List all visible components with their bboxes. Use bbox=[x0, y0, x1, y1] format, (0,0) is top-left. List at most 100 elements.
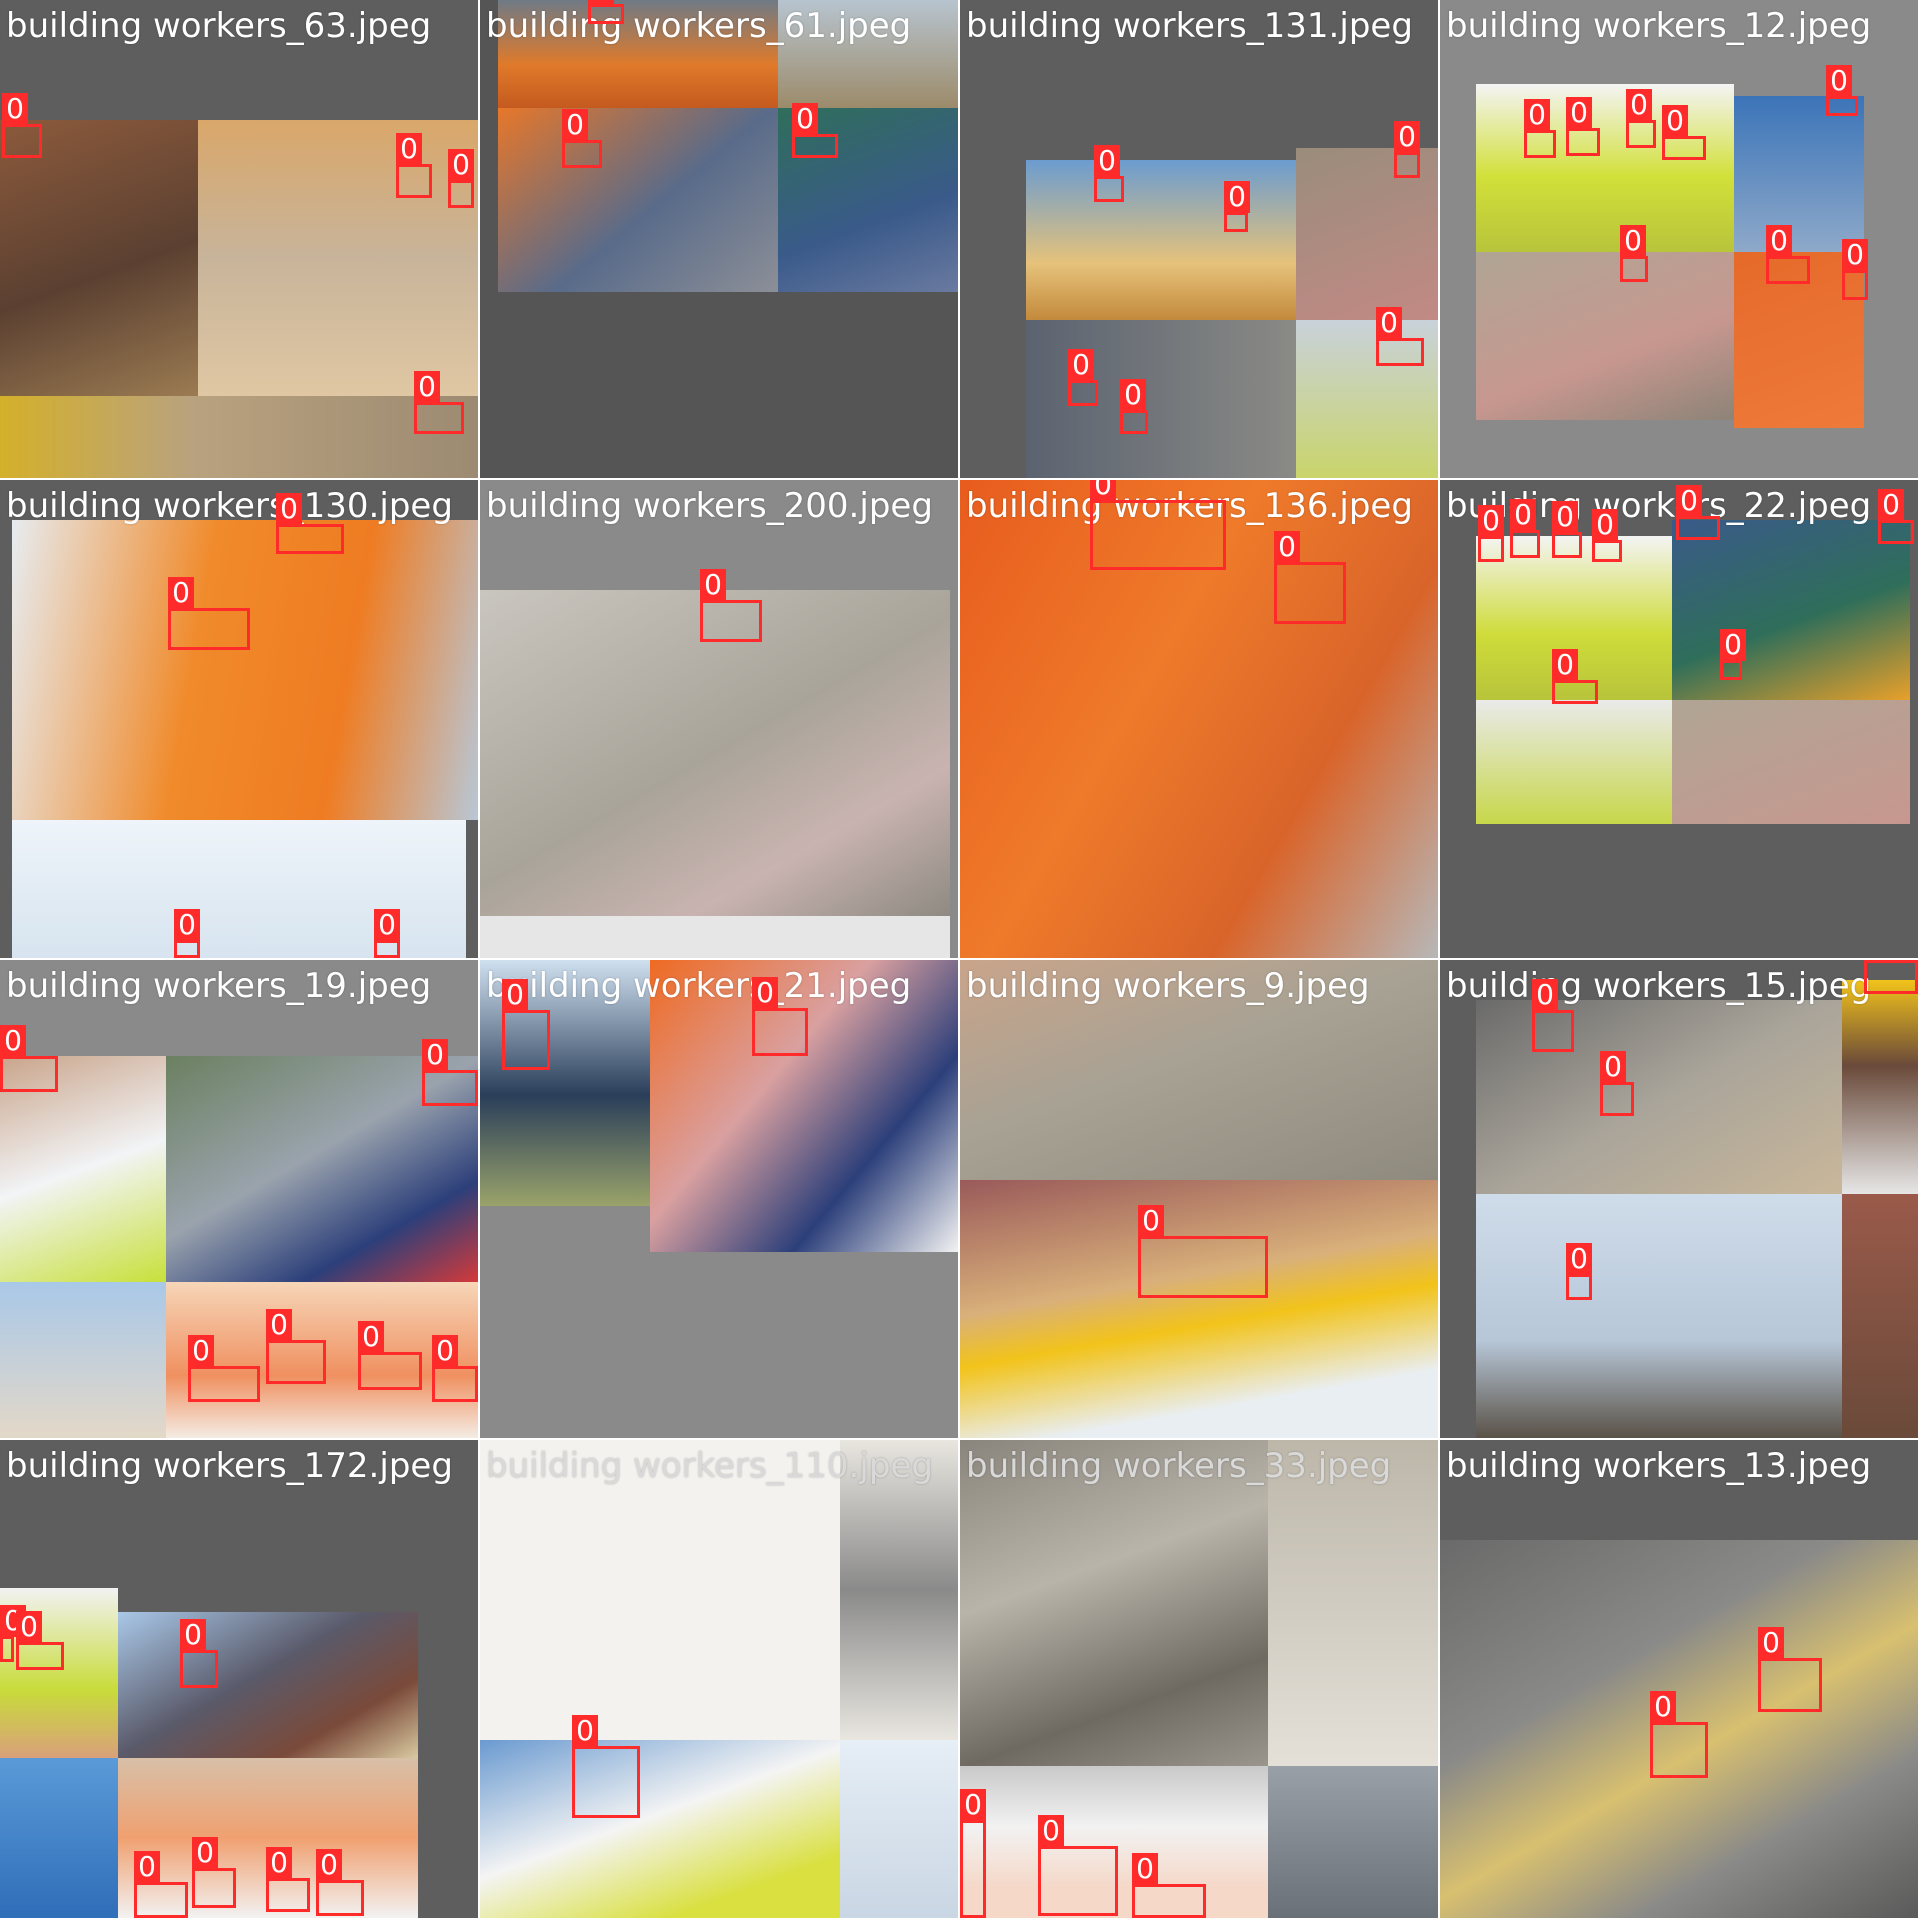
photo-patch bbox=[960, 1180, 1438, 1438]
detection-box: 0 bbox=[266, 1309, 326, 1384]
box-label: 0 bbox=[1878, 489, 1904, 521]
detection-box: 0 bbox=[2, 93, 42, 158]
box-label: 0 bbox=[188, 1335, 214, 1367]
detection-box: 0 bbox=[572, 1715, 640, 1818]
box-label: 0 bbox=[960, 1789, 986, 1821]
photo-patch bbox=[0, 1758, 118, 1918]
detection-box: 0 bbox=[432, 1335, 478, 1402]
detection-box: 0 bbox=[1620, 225, 1648, 282]
detection-box: 0 bbox=[192, 1837, 236, 1908]
detection-box: 0 bbox=[1566, 97, 1600, 156]
box-label: 0 bbox=[588, 0, 614, 5]
box-label: 0 bbox=[752, 977, 778, 1009]
tile-4: building workers_12.jpeg 0 0 0 0 0 0 0 0 bbox=[1440, 0, 1918, 478]
detection-box: 0 bbox=[1826, 65, 1858, 116]
detection-box: 0 bbox=[168, 577, 250, 650]
tile-title: building workers_9.jpeg bbox=[966, 966, 1370, 1006]
detection-box: 0 bbox=[1274, 531, 1346, 624]
tile-title: building workers_61.jpeg bbox=[486, 6, 912, 46]
tile-title: building workers_33.jpeg bbox=[966, 1446, 1392, 1486]
detection-box: 0 bbox=[1094, 145, 1124, 202]
detection-box: 0 bbox=[1864, 960, 1918, 994]
box-label: 0 bbox=[1676, 485, 1702, 517]
photo-patch bbox=[1476, 84, 1734, 252]
detection-box: 0 bbox=[180, 1619, 218, 1688]
box-label: 0 bbox=[1826, 65, 1852, 97]
detection-box: 0 bbox=[0, 1025, 58, 1092]
tile-title: building workers_15.jpeg bbox=[1446, 966, 1872, 1006]
photo-patch bbox=[1476, 700, 1672, 824]
tile-title: building workers_200.jpeg bbox=[486, 486, 933, 526]
detection-box: 0 bbox=[1038, 1815, 1118, 1916]
detection-box: 0 bbox=[1478, 505, 1504, 562]
detection-box: 0 bbox=[1532, 979, 1574, 1052]
tile-title: building workers_13.jpeg bbox=[1446, 1446, 1872, 1486]
photo-patch bbox=[960, 1440, 1268, 1766]
box-label: 0 bbox=[16, 1611, 42, 1643]
detection-box: 0 bbox=[1224, 181, 1250, 232]
photo-patch bbox=[1476, 1000, 1842, 1194]
detection-box: 0 bbox=[1566, 1243, 1592, 1300]
detection-box: 0 bbox=[1766, 225, 1810, 284]
tile-5: building workers_130.jpeg 0 0 0 0 bbox=[0, 480, 478, 958]
photo-patch bbox=[0, 1282, 166, 1438]
box-label: 0 bbox=[1758, 1627, 1784, 1659]
tile-title: building workers_130.jpeg bbox=[6, 486, 453, 526]
box-label: 0 bbox=[0, 1025, 26, 1057]
box-label: 0 bbox=[1864, 960, 1890, 961]
box-label: 0 bbox=[1842, 239, 1868, 271]
detection-box: 0 bbox=[134, 1851, 188, 1918]
tile-14: building workers_110.jpeg 0 bbox=[480, 1440, 958, 1918]
photo-patch bbox=[1026, 160, 1296, 320]
box-label: 0 bbox=[1120, 379, 1146, 411]
detection-box: 0 bbox=[422, 1039, 478, 1106]
box-label: 0 bbox=[134, 1851, 160, 1883]
tile-3: building workers_131.jpeg 0 0 0 0 0 0 bbox=[960, 0, 1438, 478]
photo-patch bbox=[480, 916, 950, 958]
box-label: 0 bbox=[414, 371, 440, 403]
detection-box: 0 bbox=[1394, 121, 1420, 178]
tile-title: building workers_19.jpeg bbox=[6, 966, 432, 1006]
detection-box: 0 bbox=[1552, 649, 1598, 704]
box-label: 0 bbox=[562, 109, 588, 141]
photo-patch bbox=[480, 1740, 840, 1918]
detection-box: 0 bbox=[1132, 1853, 1206, 1918]
detection-box: 0 bbox=[0, 1605, 26, 1662]
box-label: 0 bbox=[1662, 105, 1688, 137]
detection-box: 0 bbox=[700, 569, 762, 642]
detection-box: 0 bbox=[1878, 489, 1914, 544]
detection-box: 0 bbox=[16, 1611, 64, 1670]
box-label: 0 bbox=[1552, 649, 1578, 681]
tile-title: building workers_131.jpeg bbox=[966, 6, 1413, 46]
tile-title: building workers_110.jpeg bbox=[486, 1446, 933, 1486]
detection-box: 0 bbox=[448, 149, 474, 208]
box-label: 0 bbox=[1592, 509, 1618, 541]
box-label: 0 bbox=[1376, 307, 1402, 339]
tile-11: building workers_9.jpeg 0 bbox=[960, 960, 1438, 1438]
box-label: 0 bbox=[192, 1837, 218, 1869]
photo-patch bbox=[1842, 980, 1918, 1194]
detection-box: 0 bbox=[1600, 1051, 1634, 1116]
detection-box: 0 bbox=[266, 1847, 310, 1912]
detection-box: 0 bbox=[374, 909, 400, 958]
tile-title: building workers_21.jpeg bbox=[486, 966, 912, 1006]
box-label: 0 bbox=[1090, 480, 1116, 501]
tile-title: building workers_172.jpeg bbox=[6, 1446, 453, 1486]
box-label: 0 bbox=[1138, 1205, 1164, 1237]
tile-2: building workers_61.jpeg 0 0 0 bbox=[480, 0, 958, 478]
box-label: 0 bbox=[266, 1309, 292, 1341]
photo-patch bbox=[12, 520, 478, 820]
detection-box: 0 bbox=[414, 371, 464, 434]
box-label: 0 bbox=[1038, 1815, 1064, 1847]
box-label: 0 bbox=[396, 133, 422, 165]
box-label: 0 bbox=[1094, 145, 1120, 177]
detection-box: 0 bbox=[358, 1321, 422, 1390]
photo-patch bbox=[1672, 700, 1910, 824]
box-label: 0 bbox=[1566, 1243, 1592, 1275]
box-label: 0 bbox=[2, 93, 28, 125]
box-label: 0 bbox=[1626, 89, 1652, 121]
detection-box: 0 bbox=[1090, 480, 1226, 570]
detection-box: 0 bbox=[1552, 501, 1582, 558]
detection-box: 0 bbox=[502, 979, 550, 1070]
box-label: 0 bbox=[276, 493, 302, 525]
